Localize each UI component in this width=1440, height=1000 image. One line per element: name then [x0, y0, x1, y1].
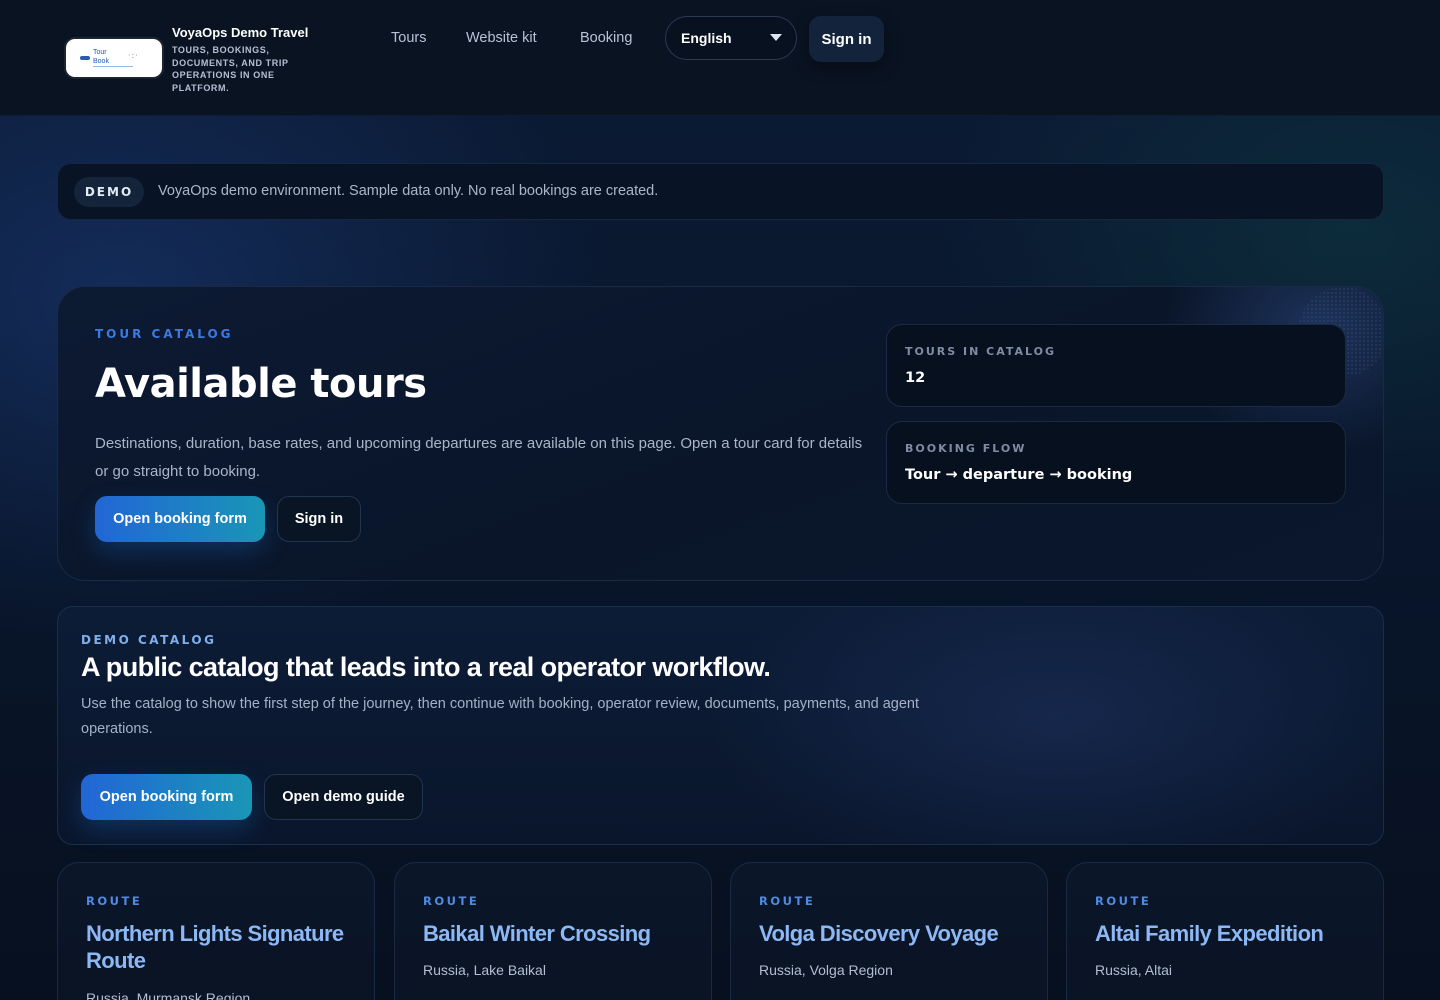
demo-notice-banner: DEMO VoyaOps demo environment. Sample da…	[57, 163, 1384, 220]
stat-label: BOOKING FLOW	[905, 442, 1027, 455]
tour-card[interactable]: ROUTE Altai Family Expedition Russia, Al…	[1066, 862, 1384, 1000]
logo-underline	[93, 66, 133, 67]
route-label: ROUTE	[1095, 894, 1152, 908]
hero-description: Destinations, duration, base rates, and …	[95, 435, 863, 480]
hero-open-booking-button[interactable]: Open booking form	[95, 496, 265, 542]
logo-mark-icon	[80, 56, 90, 60]
tour-name[interactable]: Altai Family Expedition	[1095, 920, 1365, 947]
hero-sign-in-button[interactable]: Sign in	[277, 496, 361, 542]
demo-catalog-kicker: DEMO CATALOG	[81, 633, 217, 647]
nav-tours[interactable]: Tours	[391, 30, 426, 46]
stat-booking-flow: BOOKING FLOW Tour → departure → booking	[886, 421, 1346, 504]
brand-tagline: TOURS, BOOKINGS, DOCUMENTS, AND TRIP OPE…	[172, 45, 289, 93]
logo-text-line-1: Tour	[93, 49, 107, 56]
header-sign-in-button[interactable]: Sign in	[809, 16, 884, 62]
language-select[interactable]: English	[665, 16, 797, 60]
nav-website-kit[interactable]: Website kit	[466, 30, 537, 46]
tour-location: Russia, Altai	[1095, 962, 1173, 978]
chevron-down-icon	[770, 34, 782, 41]
site-header: Tour Book ·:· VoyaOps Demo Travel TOURS,…	[0, 0, 1440, 116]
brand-name: VoyaOps Demo Travel	[172, 25, 309, 40]
tour-card[interactable]: ROUTE Volga Discovery Voyage Russia, Vol…	[730, 862, 1048, 1000]
stat-label: TOURS IN CATALOG	[905, 345, 1057, 358]
tour-location: Russia, Lake Baikal	[423, 962, 546, 978]
tour-location: Russia, Murmansk Region	[86, 990, 251, 1000]
route-label: ROUTE	[423, 894, 480, 908]
route-label: ROUTE	[86, 894, 143, 908]
catalog-open-booking-button[interactable]: Open booking form	[81, 774, 252, 820]
language-selected-value: English	[681, 30, 732, 46]
logo-text-line-2: Book	[93, 58, 109, 65]
tour-card[interactable]: ROUTE Northern Lights Signature Route Ru…	[57, 862, 375, 1000]
stat-value: Tour → departure → booking	[905, 467, 1133, 483]
tour-location: Russia, Volga Region	[759, 962, 893, 978]
stat-value: 12	[905, 370, 926, 386]
demo-notice-message: VoyaOps demo environment. Sample data on…	[158, 183, 659, 199]
tour-name[interactable]: Northern Lights Signature Route	[86, 920, 356, 974]
logo-sparkle-icon: ·:·	[128, 51, 139, 60]
tour-catalog-hero: TOUR CATALOG Available tours Destination…	[57, 286, 1384, 581]
nav-booking[interactable]: Booking	[580, 30, 632, 46]
page-title: Available tours	[95, 361, 427, 407]
hero-kicker: TOUR CATALOG	[95, 327, 234, 341]
tour-name[interactable]: Volga Discovery Voyage	[759, 920, 1029, 947]
demo-badge: DEMO	[74, 177, 144, 207]
demo-catalog-section: DEMO CATALOG A public catalog that leads…	[57, 606, 1384, 845]
brand-logo[interactable]: Tour Book ·:·	[66, 39, 162, 77]
tour-card[interactable]: ROUTE Baikal Winter Crossing Russia, Lak…	[394, 862, 712, 1000]
stat-tours-in-catalog: TOURS IN CATALOG 12	[886, 324, 1346, 407]
demo-catalog-description: Use the catalog to show the first step o…	[81, 696, 920, 737]
open-demo-guide-button[interactable]: Open demo guide	[264, 774, 423, 820]
demo-catalog-title: A public catalog that leads into a real …	[81, 652, 771, 682]
tour-name[interactable]: Baikal Winter Crossing	[423, 920, 693, 947]
route-label: ROUTE	[759, 894, 816, 908]
